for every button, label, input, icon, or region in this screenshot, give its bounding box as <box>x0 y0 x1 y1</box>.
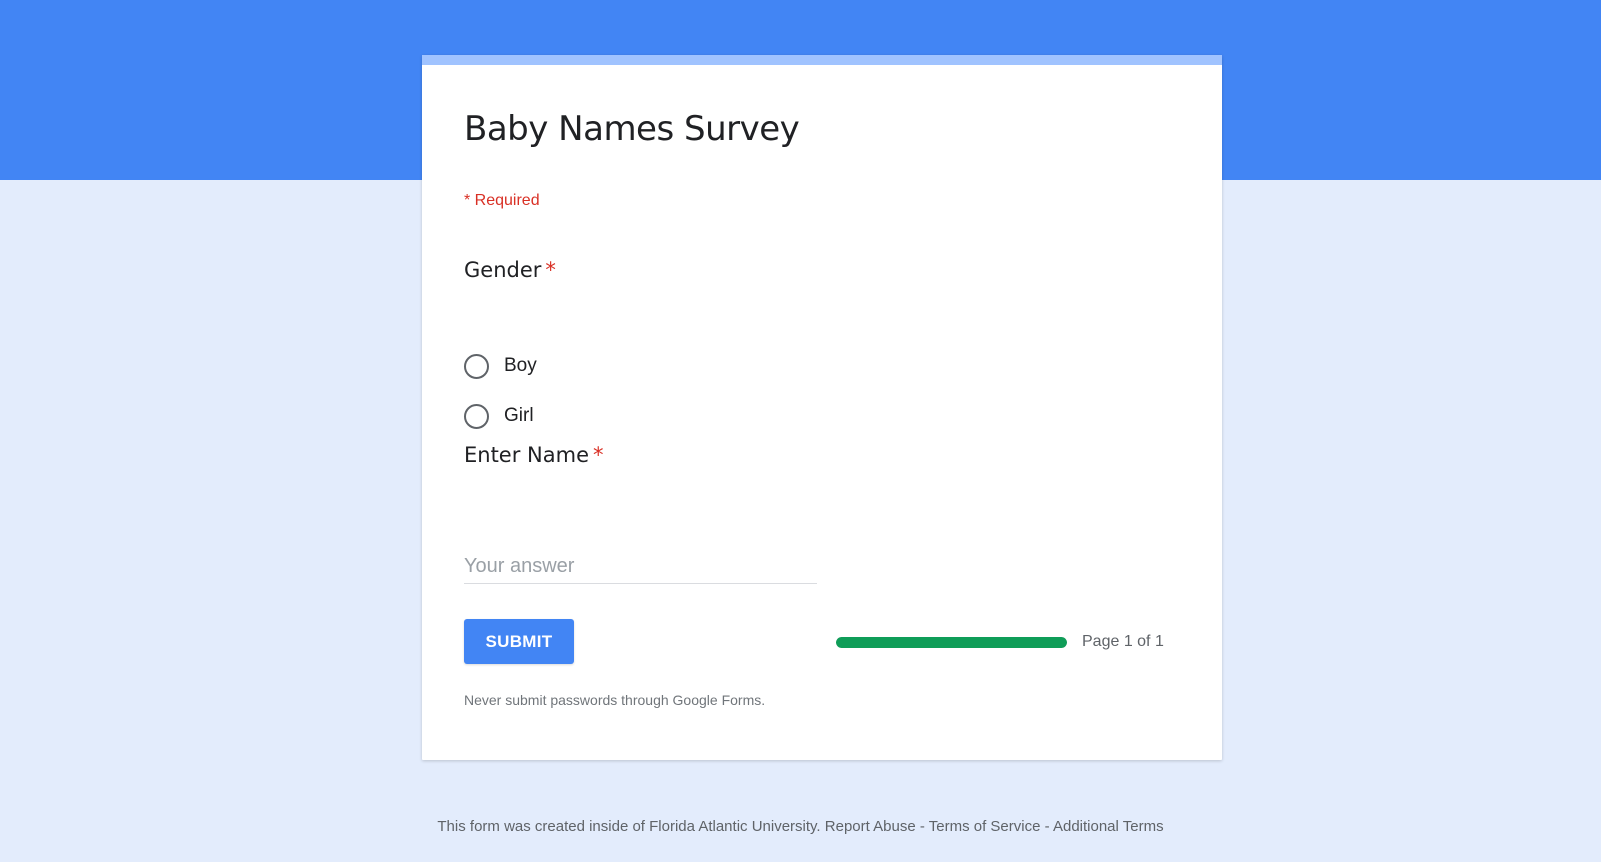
submit-button[interactable]: SUBMIT <box>464 619 574 664</box>
radio-label: Boy <box>504 355 537 376</box>
additional-terms-link[interactable]: Additional Terms <box>1053 818 1164 835</box>
page-indicator: Page 1 of 1 <box>1082 633 1164 650</box>
radio-option-girl[interactable]: Girl <box>464 401 534 431</box>
footer: This form was created inside of Florida … <box>0 818 1601 835</box>
progress-bar-fill <box>836 637 1067 648</box>
question-label: Enter Name <box>464 443 589 467</box>
password-disclaimer: Never submit passwords through Google Fo… <box>464 692 766 708</box>
card-accent-bar <box>422 55 1222 65</box>
progress-bar <box>836 637 1067 648</box>
question-label: Gender <box>464 258 542 282</box>
footer-separator: - <box>1044 818 1050 835</box>
question-title-gender: Gender * <box>464 258 556 282</box>
radio-unchecked-icon[interactable] <box>464 403 489 429</box>
name-answer-input[interactable] <box>464 549 817 584</box>
report-abuse-link[interactable]: Report Abuse <box>825 818 916 835</box>
required-star: * <box>593 443 604 467</box>
radio-label: Girl <box>504 405 534 426</box>
form-card: Baby Names Survey * Required Gender * Boy… <box>422 55 1222 760</box>
form-title: Baby Names Survey <box>464 109 800 149</box>
radio-unchecked-icon[interactable] <box>464 353 489 379</box>
required-note: * Required <box>464 192 540 209</box>
footer-text: This form was created inside of Florida … <box>437 818 821 835</box>
terms-of-service-link[interactable]: Terms of Service <box>929 818 1041 835</box>
required-star: * <box>545 258 556 282</box>
footer-separator: - <box>919 818 925 835</box>
radio-option-boy[interactable]: Boy <box>464 351 537 381</box>
question-title-name: Enter Name * <box>464 443 604 467</box>
